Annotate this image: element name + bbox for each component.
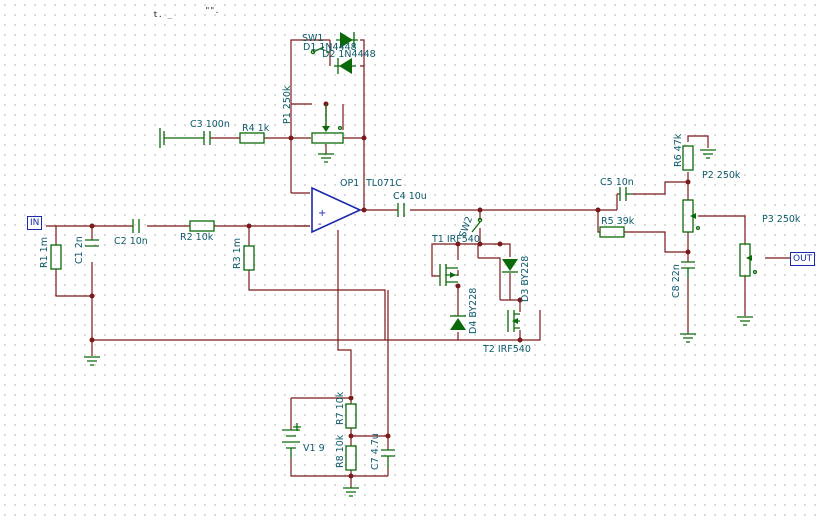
- capacitor-c4[interactable]: [397, 203, 405, 217]
- potentiometer-p3[interactable]: [739, 243, 758, 277]
- label-op1: OP1: [340, 178, 359, 189]
- capacitor-c7[interactable]: [381, 449, 395, 468]
- diode-d3[interactable]: [502, 259, 518, 273]
- transistor-t1[interactable]: [439, 264, 458, 286]
- opamp-minus-sign: -: [318, 219, 322, 230]
- label-d4: D4 BY228: [468, 288, 479, 334]
- resistor-r6[interactable]: [682, 145, 694, 171]
- resistor-r5[interactable]: [599, 226, 625, 238]
- resistor-r1[interactable]: [50, 244, 62, 270]
- potentiometer-p1[interactable]: [311, 104, 344, 144]
- opamp-plus-sign: +: [318, 208, 326, 219]
- diode-d4[interactable]: [450, 315, 466, 330]
- ground-symbol-c8: [680, 333, 696, 343]
- label-r5: R5 39k: [601, 216, 635, 227]
- label-c8: C8 22n: [671, 264, 682, 298]
- ground-symbol-r6: [700, 149, 716, 159]
- label-r1: R1 1m: [39, 237, 50, 268]
- schematic-canvas[interactable]: t. _ "". IN OUT + - SW1 D1 1N4448 D2 1N4…: [0, 0, 819, 524]
- ground-symbol-p3: [737, 316, 753, 326]
- label-c4: C4 10u: [393, 191, 427, 202]
- label-op1-model: TL071C: [365, 178, 402, 189]
- label-c5: C5 10n: [600, 177, 634, 188]
- label-c3: C3 100n: [190, 119, 230, 130]
- resistor-r4[interactable]: [239, 132, 265, 144]
- label-c7: C7 4.7u: [370, 433, 381, 470]
- resistor-r8[interactable]: [345, 445, 357, 471]
- label-r2: R2 10k: [180, 232, 214, 243]
- label-p3: P3 250k: [762, 214, 801, 225]
- label-r4: R4 1k: [242, 123, 270, 134]
- capacitor-c8[interactable]: [681, 261, 695, 278]
- resistor-r7[interactable]: [345, 403, 357, 429]
- label-r3: R3 1m: [232, 238, 243, 269]
- feedback-wiring: [210, 39, 617, 213]
- label-r7: R7 10k: [335, 391, 346, 425]
- label-c2: C2 10n: [114, 236, 148, 247]
- resistor-r3[interactable]: [243, 245, 255, 271]
- label-p2: P2 250k: [702, 170, 741, 181]
- label-c1: C1 2n: [74, 236, 85, 264]
- label-r8: R8 10k: [335, 434, 346, 468]
- schematic-diagram: + - SW1 D1 1N4448 D2 1N4448 P1 250k C3 1…: [39, 32, 801, 497]
- potentiometer-p2[interactable]: [682, 199, 701, 233]
- label-r6: R6 47k: [673, 133, 684, 167]
- ground-symbol-p1: [318, 153, 334, 163]
- resistor-r2[interactable]: [189, 220, 215, 232]
- ground-symbol-input: [84, 356, 100, 366]
- label-t2: T2 IRF540: [482, 344, 531, 355]
- label-t1: T1 IRF540: [431, 234, 480, 245]
- capacitor-c5[interactable]: [619, 187, 632, 201]
- diode-d2[interactable]: [334, 58, 356, 74]
- ground-symbol-power: [343, 487, 359, 497]
- capacitor-c2[interactable]: [132, 219, 140, 233]
- label-p1: P1 250k: [282, 85, 293, 124]
- capacitor-c3[interactable]: [159, 128, 211, 148]
- label-d2: D2 1N4448: [322, 49, 376, 60]
- transistor-t2[interactable]: [507, 310, 520, 332]
- opamp-op1[interactable]: + -: [295, 186, 362, 395]
- label-v1: V1 9: [303, 443, 325, 454]
- capacitor-c1[interactable]: [85, 239, 99, 247]
- label-d3: D3 BY228: [520, 256, 531, 302]
